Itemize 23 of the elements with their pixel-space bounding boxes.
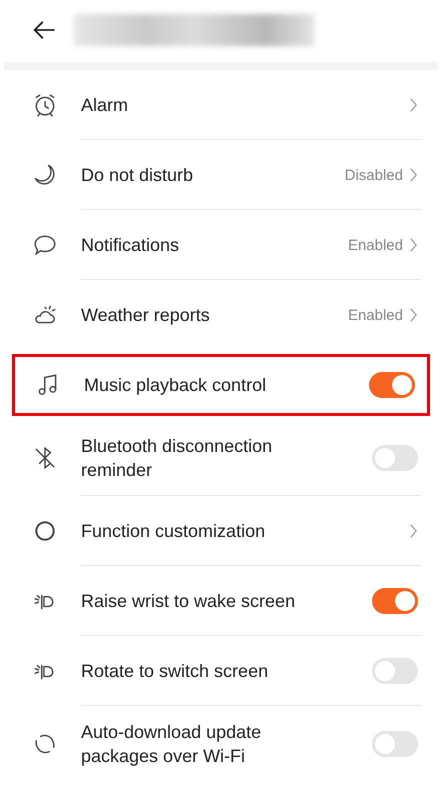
- setting-label: Raise wrist to wake screen: [81, 590, 296, 613]
- chevron-right-icon[interactable]: [409, 97, 418, 113]
- setting-label: Do not disturb: [81, 164, 194, 187]
- setting-value: Disabled: [344, 166, 403, 184]
- setting-value: Enabled: [348, 236, 403, 254]
- setting-label: Music playback control: [84, 374, 268, 397]
- setting-value: Enabled: [348, 306, 403, 324]
- toggle-switch[interactable]: [369, 372, 415, 398]
- toggle-switch[interactable]: [372, 445, 418, 471]
- setting-label: Bluetooth disconnection reminder: [81, 435, 274, 482]
- chevron-right-icon[interactable]: [409, 307, 418, 323]
- setting-label: Auto-download update packages over Wi-Fi: [81, 721, 262, 768]
- toggle-switch[interactable]: [372, 588, 418, 614]
- setting-label: Notifications: [81, 234, 180, 257]
- chevron-right-icon[interactable]: [409, 167, 418, 183]
- setting-label: Rotate to switch screen: [81, 660, 270, 683]
- setting-label: Weather reports: [81, 304, 211, 327]
- setting-label: Alarm: [81, 94, 130, 117]
- setting-label: Function customization: [81, 520, 266, 543]
- chevron-right-icon[interactable]: [409, 237, 418, 253]
- toggle-switch[interactable]: [372, 731, 418, 757]
- toggle-switch[interactable]: [372, 658, 418, 684]
- chevron-right-icon[interactable]: [409, 523, 418, 539]
